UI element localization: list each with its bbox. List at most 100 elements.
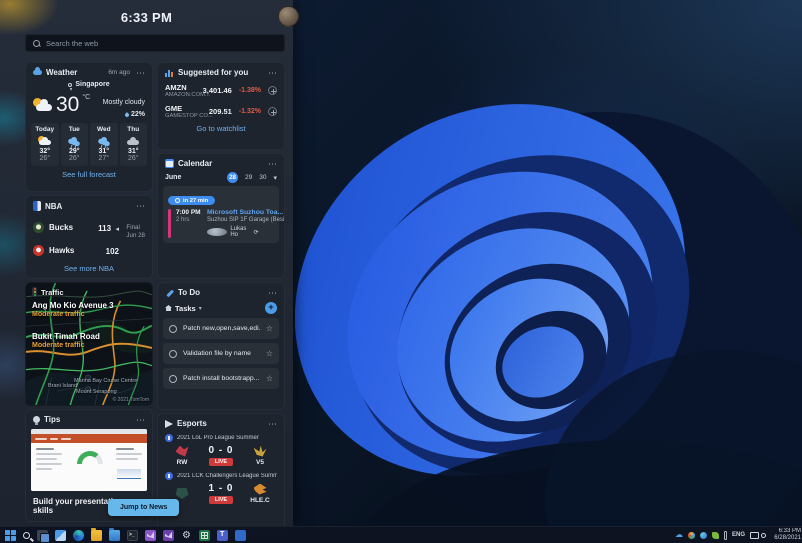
start-button-icon[interactable] bbox=[5, 529, 16, 541]
date-option[interactable]: 30 bbox=[259, 174, 266, 181]
widgets-icon[interactable] bbox=[55, 529, 66, 541]
task-checkbox[interactable] bbox=[169, 374, 177, 383]
calendar-widget[interactable]: Calendar ⋯ June 28 29 30 ▾ in 27 min 7:0… bbox=[157, 153, 285, 279]
road-name: Ang Mo Kio Avenue 3 bbox=[32, 301, 114, 310]
more-options-icon[interactable]: ⋯ bbox=[268, 288, 278, 297]
weather-widget[interactable]: Weather 6m ago ⋯ Singapore 30 °C Mostly … bbox=[25, 62, 153, 192]
match-score: 0 - 0 bbox=[208, 445, 234, 456]
language-indicator[interactable]: ENG bbox=[732, 532, 745, 538]
visual-studio-icon[interactable] bbox=[145, 529, 156, 541]
network-app-icon[interactable] bbox=[699, 531, 707, 539]
display-icon[interactable] bbox=[750, 531, 759, 539]
temperature-unit: °C bbox=[82, 94, 91, 101]
hawks-logo-icon bbox=[33, 244, 44, 256]
see-more-nba-link[interactable]: See more NBA bbox=[26, 264, 152, 278]
team-rw-logo-icon bbox=[175, 445, 189, 457]
calendar-event[interactable]: in 27 min 7:00 PM 2 hrs Microsoft Suzhou… bbox=[163, 186, 284, 243]
attendee-avatar bbox=[207, 228, 228, 236]
security-shield-icon[interactable] bbox=[687, 531, 695, 539]
forecast-day[interactable]: Tue 29° 26° bbox=[60, 123, 88, 166]
sun-cloud-icon bbox=[33, 98, 53, 111]
add-to-watchlist-icon[interactable] bbox=[268, 86, 277, 95]
more-options-icon[interactable]: ⋯ bbox=[268, 159, 278, 168]
precipitation-chance: 22% bbox=[130, 111, 145, 118]
go-to-watchlist-link[interactable]: Go to watchlist bbox=[158, 122, 284, 138]
more-options-icon[interactable]: ⋯ bbox=[136, 68, 146, 77]
star-icon[interactable]: ☆ bbox=[266, 374, 273, 383]
more-options-icon[interactable]: ⋯ bbox=[268, 419, 278, 428]
team-score: 102 bbox=[105, 247, 119, 256]
star-icon[interactable]: ☆ bbox=[266, 324, 273, 333]
forecast-day[interactable]: Thu 31° 26° bbox=[119, 123, 147, 166]
screen: 6:33 PM Search the web Weather 6m ago ⋯ … bbox=[0, 0, 802, 543]
esports-title: Esports bbox=[177, 419, 207, 428]
task-item[interactable]: Patch new,open,save,edi... ☆ bbox=[163, 318, 279, 339]
event-time: 7:00 PM bbox=[176, 209, 201, 216]
user-avatar[interactable] bbox=[278, 6, 299, 27]
task-checkbox[interactable] bbox=[169, 349, 177, 358]
stock-row[interactable]: AMZN AMAZON.COM... 3,401.46 -1.38% bbox=[158, 80, 284, 101]
more-options-icon[interactable]: ⋯ bbox=[136, 202, 146, 211]
forecast-day[interactable]: Wed 31° 27° bbox=[90, 123, 118, 166]
add-task-button[interactable]: + bbox=[265, 302, 277, 314]
team-score: 113 bbox=[98, 224, 112, 233]
live-badge: LIVE bbox=[208, 496, 234, 504]
weather-title: Weather bbox=[46, 68, 78, 77]
add-to-watchlist-icon[interactable] bbox=[268, 107, 277, 116]
visual-studio-preview-icon[interactable] bbox=[163, 529, 174, 541]
more-options-icon[interactable]: ⋯ bbox=[268, 68, 278, 77]
sync-icon[interactable]: ⟳ bbox=[254, 229, 274, 236]
task-text: Validation file by name bbox=[183, 350, 251, 357]
blue-folder-icon[interactable] bbox=[109, 527, 120, 541]
tray-clock[interactable]: 6:33 PM 6/28/2021 bbox=[771, 528, 801, 542]
date-option[interactable]: 29 bbox=[245, 174, 252, 181]
todo-list-name[interactable]: Tasks bbox=[175, 304, 196, 313]
see-full-forecast-link[interactable]: See full forecast bbox=[26, 166, 152, 184]
calendar-month: June bbox=[165, 174, 182, 181]
task-text: Patch new,open,save,edi... bbox=[183, 325, 260, 332]
search-input[interactable]: Search the web bbox=[25, 34, 285, 52]
weather-condition: Mostly cloudy bbox=[102, 99, 145, 106]
clock-icon bbox=[175, 198, 180, 203]
team-abbrev: RW bbox=[176, 458, 188, 466]
event-countdown-badge: in 27 min bbox=[168, 196, 216, 205]
game-status: Final bbox=[126, 224, 140, 231]
nba-widget[interactable]: NBA ⋯ Bucks 113 ◂ Hawks 102 Final Jun 28… bbox=[25, 195, 153, 279]
teams-icon[interactable] bbox=[217, 529, 228, 541]
blue-app-icon[interactable] bbox=[235, 529, 246, 541]
road-status: Moderate traffic bbox=[32, 342, 85, 349]
stock-row[interactable]: GME GAMESTOP CO... 209.51 -1.32% bbox=[158, 101, 284, 122]
excel-icon[interactable] bbox=[199, 529, 210, 541]
league-name: 2021 LoL Pro League Summer bbox=[177, 435, 259, 441]
pen-battery-icon[interactable] bbox=[723, 530, 727, 540]
task-checkbox[interactable] bbox=[169, 324, 177, 333]
file-explorer-icon[interactable] bbox=[91, 527, 102, 541]
volume-icon[interactable] bbox=[761, 532, 766, 538]
panel-clock: 6:33 PM bbox=[120, 10, 173, 25]
star-icon[interactable]: ☆ bbox=[266, 349, 273, 358]
stocks-widget[interactable]: Suggested for you ⋯ AMZN AMAZON.COM... 3… bbox=[157, 62, 285, 150]
terminal-icon[interactable] bbox=[127, 529, 138, 541]
forecast-day[interactable]: Today 32° 26° bbox=[31, 123, 59, 166]
todo-pencil-icon bbox=[165, 288, 174, 297]
onedrive-cloud-icon[interactable]: ☁ bbox=[675, 530, 683, 540]
road-name: Bukit Timah Road bbox=[32, 332, 100, 341]
taskbar-search-icon[interactable] bbox=[23, 532, 30, 539]
chevron-down-icon[interactable]: ▾ bbox=[273, 174, 277, 182]
more-options-icon[interactable]: ⋯ bbox=[136, 415, 146, 424]
esports-match[interactable]: 2021 LoL Pro League Summer RW 0 - 0 LIVE bbox=[158, 431, 284, 469]
green-app-icon[interactable] bbox=[711, 531, 719, 539]
task-item[interactable]: Validation file by name ☆ bbox=[163, 343, 279, 364]
edge-browser-icon[interactable] bbox=[73, 529, 84, 541]
todo-widget[interactable]: To Do ⋯ Tasks ▾ + Patch new,open,save,ed… bbox=[157, 282, 285, 410]
selected-date[interactable]: 28 bbox=[227, 172, 239, 183]
traffic-widget[interactable]: Traffic Ang Mo Kio Avenue 3 Moderate tra… bbox=[25, 282, 153, 406]
task-item[interactable]: Patch install bootstrapp... ☆ bbox=[163, 368, 279, 389]
sun-cloud-icon bbox=[37, 136, 52, 146]
jump-to-news-button[interactable]: Jump to News bbox=[108, 499, 180, 516]
chevron-down-icon[interactable]: ▾ bbox=[199, 305, 202, 312]
task-view-icon[interactable] bbox=[37, 529, 50, 543]
team-name: Bucks bbox=[49, 222, 74, 232]
settings-gear-icon[interactable]: ⚙ bbox=[181, 530, 192, 541]
precipitation-drop-icon bbox=[124, 111, 130, 118]
